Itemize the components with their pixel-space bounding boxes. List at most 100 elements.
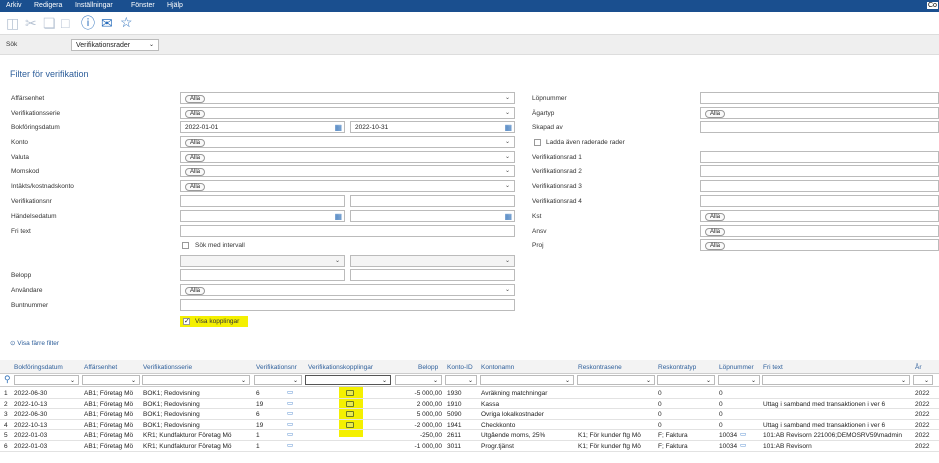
- buntnummer-input[interactable]: [180, 299, 515, 311]
- verifikationsrad-3-input[interactable]: [700, 180, 939, 192]
- menu-installningar[interactable]: Inställningar: [75, 2, 113, 9]
- menu-bar: Arkiv Redigera Inställningar Fönster Hjä…: [0, 0, 939, 12]
- bokforingsdatum-to-input[interactable]: 2022-10-31 ▦: [350, 121, 515, 133]
- folder-icon[interactable]: [346, 390, 354, 396]
- col-lopnummer[interactable]: Löpnummer: [719, 364, 754, 371]
- cell-n: 1: [4, 390, 8, 397]
- filter-verifikationsnr[interactable]: ⌄: [254, 375, 302, 385]
- col-reskontratyp[interactable]: Reskontratyp: [658, 364, 696, 371]
- skapad-av-input[interactable]: [700, 121, 939, 133]
- search-type-select[interactable]: Verifikationsrader ⌄: [71, 39, 159, 51]
- table-row[interactable]: 3 2022-06-30 AB1; Företag Mö BOK1; Redovisn…: [0, 409, 939, 420]
- col-verifikationsserie[interactable]: Verifikationsserie: [143, 364, 192, 371]
- verifikationsrad-1-input[interactable]: [700, 151, 939, 163]
- table-row[interactable]: 6 2022-01-03 AB1; Företag Mö KR1; Kundfaktu…: [0, 441, 939, 452]
- calendar-icon[interactable]: ▦: [504, 123, 512, 132]
- document-icon[interactable]: ▭: [740, 430, 746, 438]
- filter-kontonamn[interactable]: ⌄: [480, 375, 574, 385]
- verifikationsnr-from-input[interactable]: [180, 195, 345, 207]
- lopnummer-input[interactable]: [700, 92, 939, 104]
- menu-right-label[interactable]: Co: [927, 2, 938, 9]
- menu-hjalp[interactable]: Hjälp: [167, 2, 183, 9]
- filter-affarsenhet[interactable]: ⌄: [82, 375, 140, 385]
- paste-icon[interactable]: □: [61, 16, 69, 30]
- table-row[interactable]: 1 2022-06-30 AB1; Företag Mö BOK1; Redovisn…: [0, 388, 939, 399]
- interval-from-select[interactable]: ⌄: [180, 255, 345, 267]
- cell-date: 2022-01-03: [14, 432, 48, 440]
- col-ar[interactable]: År: [915, 364, 922, 371]
- calendar-icon[interactable]: ▦: [504, 212, 512, 221]
- handelsedatum-to-input[interactable]: ▦: [350, 210, 515, 222]
- proj-select[interactable]: Alla: [700, 239, 939, 251]
- help-icon[interactable]: ⓘ: [81, 16, 95, 30]
- filter-lopnummer[interactable]: ⌄: [718, 375, 760, 385]
- col-affarsenhet[interactable]: Affärsenhet: [84, 364, 117, 371]
- anvandare-select[interactable]: Alla ⌄: [180, 284, 515, 296]
- folder-icon[interactable]: [346, 400, 354, 407]
- document-icon[interactable]: ▭: [287, 441, 293, 449]
- col-verifikationsnr[interactable]: Verifikationsnr: [256, 364, 297, 371]
- col-verifikationskopplingar[interactable]: Verifikationskopplingar: [308, 364, 373, 371]
- visa-kopplingar-checkbox[interactable]: ✓: [183, 318, 190, 325]
- verifikationsrad-2-input[interactable]: [700, 165, 939, 177]
- konto-select[interactable]: Alla ⌄: [180, 136, 515, 148]
- raderade-checkbox[interactable]: [534, 139, 541, 146]
- fewer-filters-link[interactable]: ⊙ Visa färre filter: [10, 339, 59, 347]
- cell-lop: 0: [719, 390, 723, 397]
- interval-to-select[interactable]: ⌄: [350, 255, 515, 267]
- document-icon[interactable]: ▭: [287, 430, 293, 438]
- belopp-to-input[interactable]: [350, 269, 515, 281]
- col-kontonamn[interactable]: Kontonamn: [481, 364, 514, 371]
- bokforingsdatum-from-input[interactable]: 2022-01-01 ▦: [180, 121, 345, 133]
- comment-icon[interactable]: ✉: [101, 16, 113, 30]
- filter-belopp[interactable]: ⌄: [395, 375, 442, 385]
- folder-icon[interactable]: [346, 421, 354, 428]
- col-konto-id[interactable]: Konto-ID: [447, 364, 473, 371]
- fri-text-input[interactable]: [180, 225, 515, 237]
- star-icon[interactable]: ☆: [120, 15, 133, 29]
- momskod-select[interactable]: Alla ⌄: [180, 165, 515, 177]
- cell-fri: 101:AB Revisorn: [763, 443, 812, 450]
- ansv-select[interactable]: Alla: [700, 225, 939, 237]
- filter-reskontratyp[interactable]: ⌄: [657, 375, 715, 385]
- agartyp-select[interactable]: Alla: [700, 107, 939, 119]
- filter-verifikationskopplingar[interactable]: ⌄: [305, 375, 391, 385]
- intakts-kostnadskonto-select[interactable]: Alla ⌄: [180, 180, 515, 192]
- verifikationsserie-select[interactable]: Alla ⌄: [180, 107, 515, 119]
- table-row[interactable]: 5 2022-01-03 AB1; Företag Mö KR1; Kundfaktu…: [0, 430, 939, 441]
- cut-icon[interactable]: ✂: [25, 16, 37, 30]
- menu-arkiv[interactable]: Arkiv: [6, 2, 22, 9]
- col-bokforingsdatum[interactable]: Bokföringsdatum: [14, 364, 63, 371]
- belopp-from-input[interactable]: [180, 269, 345, 281]
- handelsedatum-from-input[interactable]: ▦: [180, 210, 345, 222]
- valuta-select[interactable]: Alla ⌄: [180, 151, 515, 163]
- affarsenhet-select[interactable]: Alla ⌄: [180, 92, 515, 104]
- verifikationsrad-4-input[interactable]: [700, 195, 939, 207]
- document-icon[interactable]: ▭: [287, 399, 293, 407]
- col-belopp[interactable]: Belopp: [418, 364, 438, 371]
- save-icon[interactable]: ◫: [6, 16, 19, 30]
- filter-bokforingsdatum[interactable]: ⌄: [14, 375, 79, 385]
- verifikationsnr-to-input[interactable]: [350, 195, 515, 207]
- col-reskontrasene[interactable]: Reskontrasene: [578, 364, 622, 371]
- interval-checkbox[interactable]: [182, 242, 189, 249]
- table-row[interactable]: 2 2022-10-13 AB1; Företag Mö BOK1; Redovisn…: [0, 399, 939, 410]
- kst-select[interactable]: Alla: [700, 210, 939, 222]
- menu-fonster[interactable]: Fönster: [131, 2, 155, 9]
- document-icon[interactable]: ▭: [740, 441, 746, 449]
- filter-reskontrasene[interactable]: ⌄: [577, 375, 655, 385]
- col-fri-text[interactable]: Fri text: [763, 364, 783, 371]
- folder-icon[interactable]: [346, 411, 354, 418]
- calendar-icon[interactable]: ▦: [334, 212, 342, 221]
- filter-verifikationsserie[interactable]: ⌄: [142, 375, 250, 385]
- calendar-icon[interactable]: ▦: [334, 123, 342, 132]
- table-row[interactable]: 4 2022-10-13 AB1; Företag Mö BOK1; Redovisn…: [0, 420, 939, 431]
- filter-ar[interactable]: ⌄: [913, 375, 933, 385]
- document-icon[interactable]: ▭: [287, 409, 293, 417]
- menu-redigera[interactable]: Redigera: [34, 2, 62, 9]
- document-icon[interactable]: ▭: [287, 420, 293, 428]
- filter-konto-id[interactable]: ⌄: [445, 375, 477, 385]
- document-icon[interactable]: ▭: [287, 388, 293, 396]
- filter-fri-text[interactable]: ⌄: [762, 375, 910, 385]
- copy-icon[interactable]: ❏: [43, 16, 56, 30]
